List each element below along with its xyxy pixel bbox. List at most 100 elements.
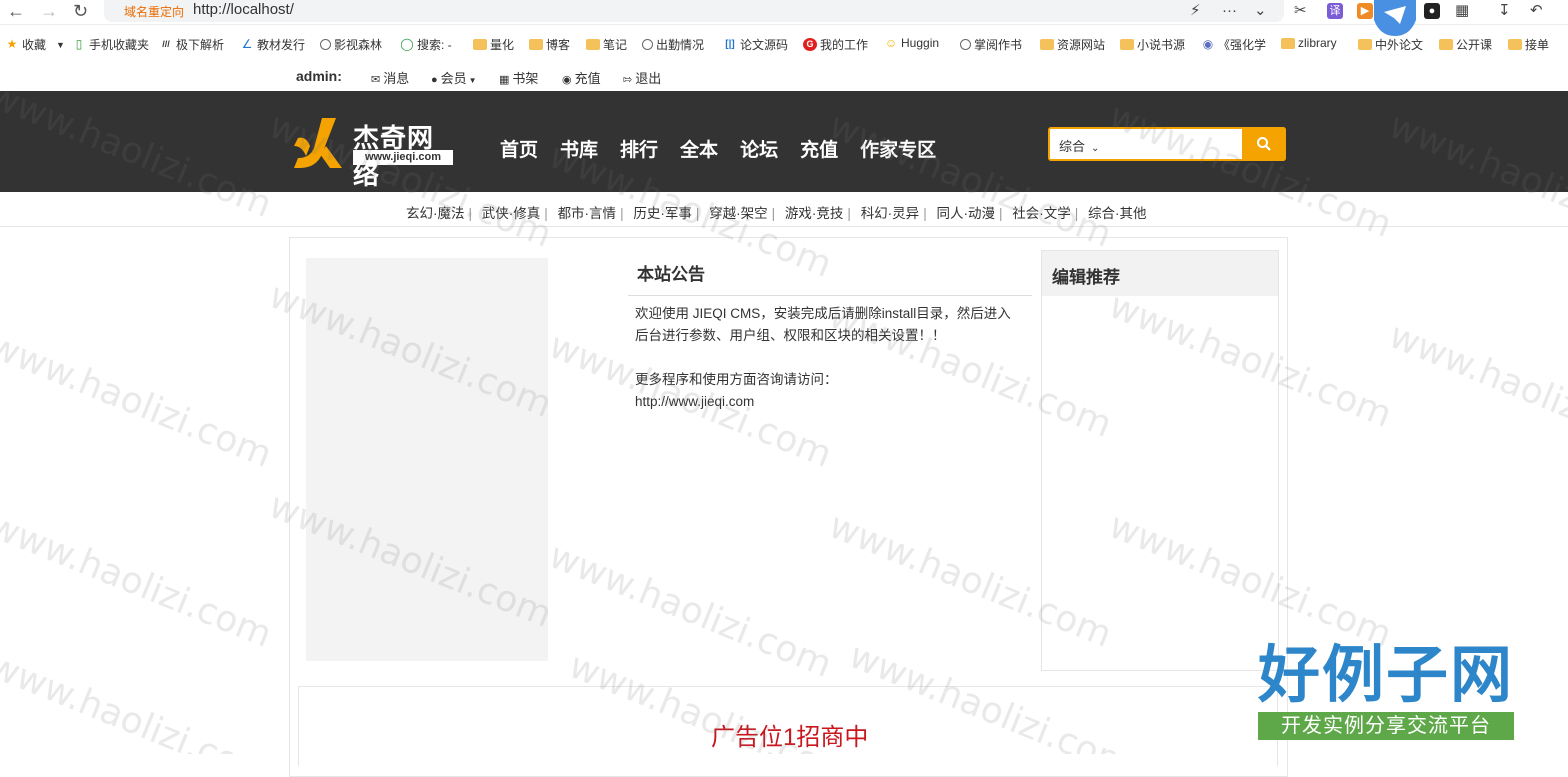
notice-link[interactable]: http://www.jieqi.com — [635, 391, 1020, 413]
category-link[interactable]: 都市·言情 — [558, 206, 617, 221]
category-separator: | — [620, 206, 624, 221]
folder-icon — [586, 39, 600, 50]
download-icon[interactable]: ↧ — [1498, 2, 1511, 20]
browser-address-bar: ← → ↻ 域名重定向 http://localhost/ ⚡ ··· ⌄ ✂ … — [0, 0, 1568, 25]
extension-icon[interactable]: ● — [1424, 3, 1440, 19]
undo-icon[interactable]: ↶ — [1530, 2, 1543, 20]
envelope-icon: ✉ — [371, 74, 381, 86]
notice-divider — [628, 295, 1032, 296]
ad-text: 广告位1招商中 — [711, 724, 869, 751]
category-separator: | — [695, 206, 700, 221]
nav-recharge[interactable]: 充值 — [800, 135, 838, 162]
bookmark-item[interactable]: ◉ 《强化学 — [1201, 36, 1266, 53]
notice-spacer — [635, 347, 1020, 369]
forward-arrow-icon[interactable]: → — [40, 1, 58, 21]
folder-icon — [1439, 39, 1453, 50]
category-link[interactable]: 科幻·灵异 — [861, 206, 920, 221]
more-dots-icon[interactable]: ··· — [1222, 2, 1237, 20]
slideshow-placeholder[interactable] — [306, 258, 548, 661]
bookmark-item[interactable]: ∠ 教材发行 — [240, 36, 305, 53]
bookmark-item[interactable]: 公开课 — [1439, 36, 1492, 53]
bookmark-item[interactable]: ///极下解析 — [159, 36, 224, 53]
bookmark-item[interactable]: 中外论文 — [1358, 36, 1423, 53]
phone-icon: ▯ — [75, 37, 83, 51]
site-icon: ∠ — [241, 37, 253, 51]
caret-down-icon: ▼ — [468, 76, 477, 85]
bookmark-item[interactable]: G 我的工作 — [803, 36, 868, 53]
bookmark-item[interactable]: 资源网站 — [1040, 36, 1105, 53]
brand-watermark: 好例子网 开发实例分享交流平台 — [1258, 640, 1516, 750]
url-text[interactable]: http://localhost/ — [193, 1, 294, 18]
nav-complete[interactable]: 全本 — [680, 135, 718, 162]
nav-ranking[interactable]: 排行 — [620, 135, 658, 162]
bookmark-item[interactable]: 掌阅作书 — [960, 36, 1022, 53]
category-separator: | — [998, 206, 1003, 221]
globe-icon — [960, 39, 971, 50]
bookmark-item[interactable]: ☺ Huggin — [884, 36, 939, 50]
folder-icon — [1281, 37, 1295, 49]
category-link[interactable]: 同人·动漫 — [936, 206, 995, 221]
bookshelf-link[interactable]: ▦ 书架 — [499, 68, 538, 87]
site-icon: [|] — [725, 39, 735, 50]
bookmark-item[interactable]: ▯ 手机收藏夹 — [72, 36, 149, 53]
search-box: 综合 ⌄ — [1048, 127, 1286, 161]
notice-text: 欢迎使用 JIEQI CMS，安装完成后请删除install目录，然后进入后台进… — [635, 306, 1011, 343]
category-link[interactable]: 武侠·修真 — [482, 206, 541, 221]
category-separator: | — [847, 206, 851, 221]
bookmark-item[interactable]: 影视森林 — [320, 36, 382, 53]
books-icon: ▦ — [499, 74, 510, 86]
chevron-down-icon: ⌄ — [1091, 143, 1100, 154]
watermark-text: www.haolizi.com — [0, 645, 278, 754]
category-separator: | — [771, 206, 776, 221]
message-link[interactable]: ✉ 消息 — [371, 68, 409, 87]
search-input[interactable] — [1118, 133, 1242, 157]
category-link[interactable]: 历史·军事 — [633, 206, 692, 221]
scissors-icon[interactable]: ✂ — [1294, 2, 1307, 20]
bookmark-item[interactable]: 笔记 — [586, 36, 627, 53]
globe-icon — [642, 39, 653, 50]
user-bar: admin: ✉ 消息 ● 会员 ▼ ▦ 书架 ◉ 充值 ⇰ 退出 — [0, 62, 1568, 91]
site-icon: ☺ — [884, 35, 898, 50]
bookmark-item[interactable]: 出勤情况 — [642, 36, 704, 53]
bookmark-item[interactable]: ★ 收藏 ▼ — [5, 36, 65, 53]
category-separator: | — [468, 206, 473, 221]
main-nav: 首页 书库 排行 全本 论坛 充值 作家专区 — [500, 135, 958, 162]
nav-home[interactable]: 首页 — [500, 135, 538, 162]
apps-grid-icon[interactable]: ▦ — [1455, 2, 1469, 20]
bookmark-item[interactable]: 量化 — [473, 36, 514, 53]
search-button[interactable] — [1242, 127, 1286, 161]
star-icon: ★ — [6, 37, 18, 51]
lightning-icon[interactable]: ⚡ — [1190, 2, 1201, 20]
recharge-link[interactable]: ◉ 充值 — [562, 68, 601, 87]
category-link[interactable]: 社会·文学 — [1012, 206, 1071, 221]
nav-forum[interactable]: 论坛 — [740, 135, 778, 162]
bookmark-item[interactable]: zlibrary — [1281, 36, 1337, 50]
bookmark-item[interactable]: [|] 论文源码 — [723, 36, 788, 53]
category-separator: | — [923, 206, 927, 221]
back-arrow-icon[interactable]: ← — [7, 1, 25, 21]
folder-icon — [1040, 39, 1054, 50]
nav-library[interactable]: 书库 — [560, 135, 598, 162]
folder-icon — [1120, 39, 1134, 50]
logout-icon: ⇰ — [623, 74, 633, 86]
coin-icon: ◉ — [562, 74, 572, 86]
share-icon: ◯ — [400, 37, 414, 51]
bookmark-item[interactable]: 接单 — [1508, 36, 1549, 53]
chevron-down-icon[interactable]: ⌄ — [1254, 2, 1267, 20]
bookmark-item[interactable]: 小说书源 — [1120, 36, 1185, 53]
category-link[interactable]: 游戏·竞技 — [785, 206, 844, 221]
search-scope-select[interactable]: 综合 ⌄ — [1059, 136, 1099, 155]
category-link[interactable]: 玄幻·魔法 — [406, 206, 465, 221]
member-menu[interactable]: ● 会员 ▼ — [431, 68, 477, 87]
reload-icon[interactable]: ↻ — [73, 1, 88, 21]
logout-link[interactable]: ⇰ 退出 — [623, 68, 661, 87]
translate-icon[interactable]: 译 — [1327, 3, 1343, 19]
category-link[interactable]: 综合·其他 — [1088, 206, 1147, 221]
site-logo[interactable]: 杰奇网络 www.jieqi.com — [292, 116, 457, 191]
bookmark-item[interactable]: 博客 — [529, 36, 570, 53]
category-link[interactable]: 穿越·架空 — [709, 206, 768, 221]
folder-icon — [473, 39, 487, 50]
redirect-label: 域名重定向 — [124, 5, 185, 19]
nav-author-zone[interactable]: 作家专区 — [860, 135, 936, 162]
bookmark-item[interactable]: ◯ 搜索: - — [400, 36, 451, 53]
